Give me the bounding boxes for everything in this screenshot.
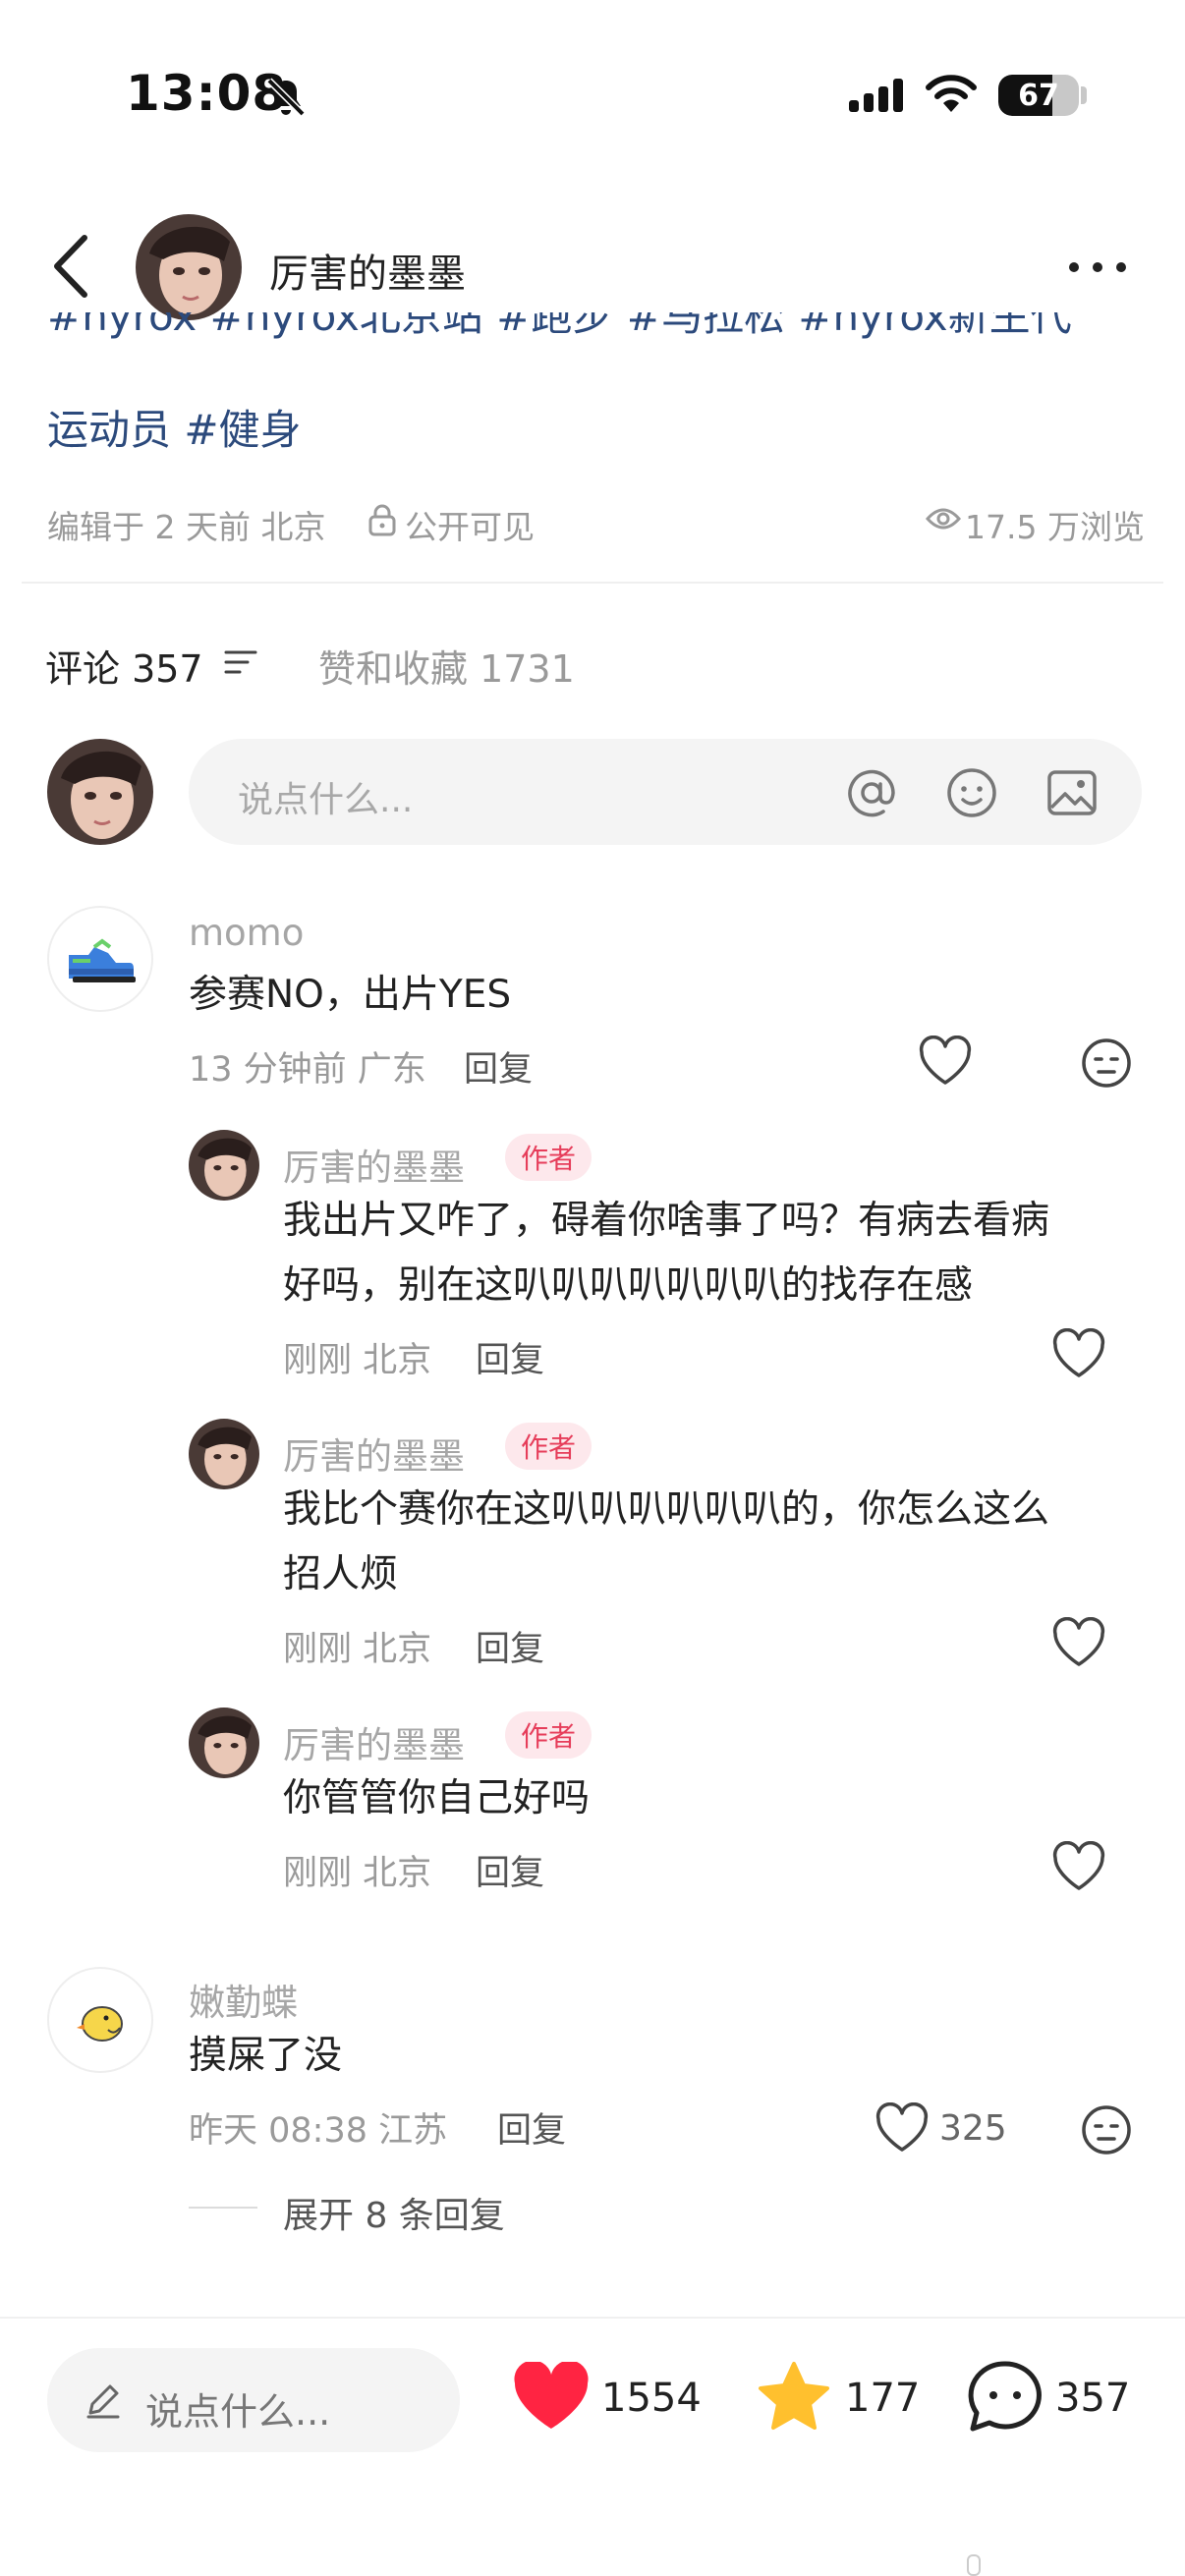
- heart-icon[interactable]: [918, 1036, 973, 1087]
- tab-likes-favorites[interactable]: 赞和收藏 1731: [318, 639, 575, 693]
- bottom-divider: [0, 2317, 1185, 2319]
- dislike-face-icon[interactable]: [1079, 1036, 1134, 1091]
- my-avatar: [47, 739, 153, 845]
- reply-button[interactable]: 回复: [476, 1332, 544, 1382]
- comment-text: 参赛NO，出片YES: [189, 973, 512, 1017]
- pen-icon: [86, 2384, 120, 2419]
- author-avatar[interactable]: [136, 214, 242, 320]
- comment-count: 357: [1055, 2376, 1131, 2421]
- emoji-icon[interactable]: [943, 764, 1000, 821]
- commenter-name[interactable]: momo: [189, 912, 304, 954]
- reply-avatar[interactable]: [189, 1419, 259, 1489]
- avatar-photo-icon: [136, 214, 242, 320]
- like-count: 325: [939, 2108, 1007, 2149]
- back-arrow-icon[interactable]: [47, 232, 96, 301]
- dislike-face-icon[interactable]: [1079, 2102, 1134, 2157]
- like-count-total: 1554: [601, 2376, 702, 2421]
- tab-comments[interactable]: 评论 357: [45, 639, 203, 693]
- author-badge: 作者: [505, 1423, 592, 1470]
- comment-meta: 13 分钟前 广东: [189, 1050, 426, 1090]
- author-badge: 作者: [505, 1711, 592, 1759]
- bell-muted-icon: [266, 78, 306, 117]
- comment-input-placeholder[interactable]: 说点什么...: [238, 771, 413, 822]
- avatar-photo-icon: [189, 1708, 259, 1778]
- reply-author-name[interactable]: 厉害的墨墨: [283, 1427, 465, 1480]
- comment-text: 摸屎了没: [189, 2034, 343, 2078]
- like-heart-icon[interactable]: [513, 2362, 590, 2433]
- post-visibility: 公开可见: [405, 508, 535, 546]
- avatar-photo-icon: [47, 739, 153, 845]
- avatar-photo-icon: [189, 1419, 259, 1489]
- battery-cap: [1081, 86, 1087, 104]
- reply-button[interactable]: 回复: [464, 1041, 533, 1092]
- sneaker-avatar-icon: [69, 938, 136, 982]
- favorite-star-icon[interactable]: [755, 2360, 833, 2436]
- battery-percent: 67: [1018, 78, 1059, 113]
- commenter-avatar[interactable]: [47, 1967, 153, 2073]
- post-views: 17.5 万浏览: [965, 508, 1145, 546]
- eye-icon: [926, 508, 961, 530]
- favorite-count: 177: [845, 2376, 921, 2421]
- reply-button[interactable]: 回复: [497, 2102, 566, 2153]
- reply-button[interactable]: 回复: [476, 1845, 544, 1895]
- reply-avatar[interactable]: [189, 1708, 259, 1778]
- reply-text: 我出片又咋了，碍着你啥事了吗？有病去看病: [283, 1199, 1050, 1243]
- heart-icon[interactable]: [1051, 1328, 1106, 1379]
- reply-avatar[interactable]: [189, 1130, 259, 1201]
- heart-icon[interactable]: [1051, 1617, 1106, 1668]
- comment-meta: 昨天 08:38 江苏: [189, 2111, 448, 2151]
- post-tags-line2[interactable]: 运动员 #健身: [47, 397, 302, 457]
- reply-button[interactable]: 回复: [476, 1621, 544, 1671]
- post-edited-info: 编辑于 2 天前 北京: [47, 508, 326, 546]
- reply-author-name[interactable]: 厉害的墨墨: [283, 1715, 465, 1768]
- expand-replies-button[interactable]: 展开 8 条回复: [283, 2187, 505, 2238]
- mention-at-icon[interactable]: [843, 764, 900, 821]
- reply-meta: 刚刚 北京: [283, 1854, 432, 1893]
- post-tags-partial: #hyrox #hyrox北京站 #跑步 #马拉松 #hyrox新生代: [47, 312, 1148, 367]
- commenter-avatar[interactable]: [47, 906, 153, 1012]
- home-indicator: [967, 2554, 981, 2576]
- commenter-name[interactable]: 嫩勤蝶: [189, 1973, 298, 2026]
- author-name[interactable]: 厉害的墨墨: [269, 242, 466, 299]
- avatar-photo-icon: [189, 1130, 259, 1201]
- divider: [22, 582, 1163, 584]
- image-picker-icon[interactable]: [1044, 764, 1100, 821]
- reply-author-name[interactable]: 厉害的墨墨: [283, 1138, 465, 1191]
- reply-text: 你管管你自己好吗: [283, 1776, 591, 1820]
- reply-meta: 刚刚 北京: [283, 1630, 432, 1669]
- reply-text: 好吗，别在这叭叭叭叭叭叭叭的找存在感: [283, 1263, 974, 1308]
- reply-text: 我比个赛你在这叭叭叭叭叭叭的，你怎么这么: [283, 1487, 1050, 1532]
- heart-icon[interactable]: [875, 2102, 930, 2154]
- post-tags-line1[interactable]: #hyrox #hyrox北京站 #跑步 #马拉松 #hyrox新生代: [47, 312, 1072, 343]
- heart-icon[interactable]: [1051, 1841, 1106, 1892]
- sort-filter-icon[interactable]: [224, 648, 257, 676]
- more-options-icon[interactable]: [1065, 257, 1130, 277]
- chick-avatar-icon: [77, 2006, 123, 2042]
- cellular-signal-icon: [849, 79, 903, 112]
- bottom-input-placeholder[interactable]: 说点什么...: [145, 2381, 330, 2436]
- author-badge: 作者: [505, 1134, 592, 1181]
- reply-text: 招人烦: [283, 1552, 399, 1596]
- battery-indicator: 67: [998, 75, 1079, 116]
- comment-bubble-icon[interactable]: [967, 2360, 1044, 2435]
- expand-divider: [189, 2207, 257, 2209]
- wifi-icon: [926, 75, 977, 112]
- reply-meta: 刚刚 北京: [283, 1341, 432, 1380]
- lock-icon: [368, 504, 396, 536]
